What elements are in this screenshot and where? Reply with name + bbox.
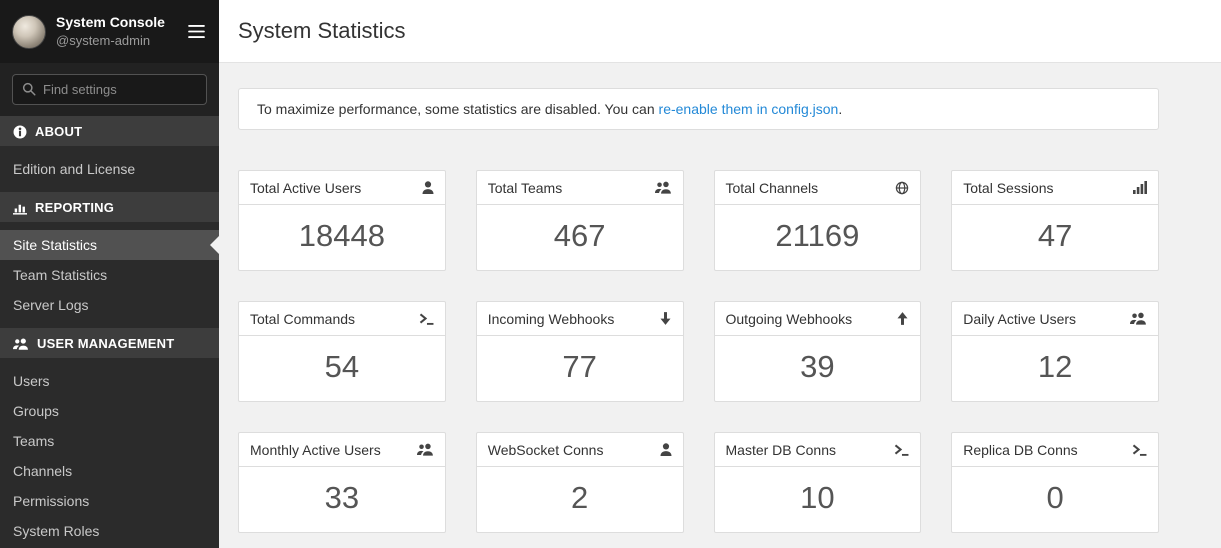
user-icon [660, 443, 672, 456]
stat-value: 10 [715, 467, 921, 532]
stat-card-total-teams: Total Teams 467 [476, 170, 684, 271]
stat-label: Daily Active Users [963, 311, 1076, 327]
stat-label: Incoming Webhooks [488, 311, 615, 327]
stat-value: 2 [477, 467, 683, 532]
stat-card-replica-db-conns: Replica DB Conns 0 [951, 432, 1159, 533]
users-icon [655, 181, 672, 194]
terminal-icon [419, 312, 434, 325]
stat-card-incoming-webhooks: Incoming Webhooks 77 [476, 301, 684, 402]
content: To maximize performance, some statistics… [219, 63, 1221, 548]
stat-label: Total Active Users [250, 180, 361, 196]
arrow-up-icon [896, 312, 909, 325]
sidebar-item-teams[interactable]: Teams [0, 426, 219, 456]
stat-value: 77 [477, 336, 683, 401]
stat-value: 12 [952, 336, 1158, 401]
signal-bars-icon [1133, 181, 1147, 194]
sidebar-item-server-logs[interactable]: Server Logs [0, 290, 219, 320]
stat-label: Master DB Conns [726, 442, 836, 458]
sidebar-item-groups[interactable]: Groups [0, 396, 219, 426]
terminal-icon [1132, 443, 1147, 456]
stat-label: Replica DB Conns [963, 442, 1077, 458]
section-about: ABOUT [0, 116, 219, 146]
section-reporting-items: Site Statistics Team Statistics Server L… [0, 222, 219, 328]
section-user-management: USER MANAGEMENT [0, 328, 219, 358]
performance-banner: To maximize performance, some statistics… [238, 88, 1159, 130]
stat-value: 18448 [239, 205, 445, 270]
sidebar-item-permissions[interactable]: Permissions [0, 486, 219, 516]
sidebar-search-area [0, 63, 219, 116]
users-icon [1130, 312, 1147, 325]
stat-card-total-commands: Total Commands 54 [238, 301, 446, 402]
stat-card-total-active-users: Total Active Users 18448 [238, 170, 446, 271]
stat-card-master-db-conns: Master DB Conns 10 [714, 432, 922, 533]
stat-label: Total Commands [250, 311, 355, 327]
console-subtitle: @system-admin [56, 32, 176, 50]
bar-chart-icon [13, 199, 27, 214]
arrow-down-icon [659, 312, 672, 325]
stat-value: 39 [715, 336, 921, 401]
config-json-link[interactable]: re-enable them in config.json [659, 101, 839, 117]
stat-label: Total Sessions [963, 180, 1053, 196]
stat-card-total-channels: Total Channels 21169 [714, 170, 922, 271]
stat-card-monthly-active-users: Monthly Active Users 33 [238, 432, 446, 533]
user-icon [422, 181, 434, 194]
console-title: System Console [56, 13, 176, 32]
search-box [12, 74, 207, 105]
sidebar-nav: ABOUT Edition and License REPORTING Site… [0, 116, 219, 548]
section-label: REPORTING [35, 200, 114, 215]
section-about-items: Edition and License [0, 146, 219, 192]
sidebar: System Console @system-admin ABOUT Editi… [0, 0, 219, 548]
main-area: System Statistics To maximize performanc… [219, 0, 1221, 548]
section-user-management-items: Users Groups Teams Channels Permissions … [0, 358, 219, 548]
sidebar-item-team-statistics[interactable]: Team Statistics [0, 260, 219, 290]
stat-value: 0 [952, 467, 1158, 532]
avatar [12, 15, 46, 49]
banner-text-end: . [838, 101, 842, 117]
users-icon [417, 443, 434, 456]
stat-value: 21169 [715, 205, 921, 270]
stat-value: 33 [239, 467, 445, 532]
sidebar-item-system-roles[interactable]: System Roles [0, 516, 219, 546]
sidebar-item-site-statistics[interactable]: Site Statistics [0, 230, 219, 260]
search-input[interactable] [43, 82, 197, 97]
stat-label: Total Channels [726, 180, 819, 196]
console-identity: System Console @system-admin [56, 13, 176, 49]
sidebar-item-channels[interactable]: Channels [0, 456, 219, 486]
stat-label: Monthly Active Users [250, 442, 381, 458]
stat-value: 467 [477, 205, 683, 270]
stat-value: 54 [239, 336, 445, 401]
sidebar-item-users[interactable]: Users [0, 366, 219, 396]
stat-label: WebSocket Conns [488, 442, 604, 458]
stat-label: Outgoing Webhooks [726, 311, 853, 327]
menu-icon[interactable] [186, 19, 207, 45]
section-label: USER MANAGEMENT [37, 336, 174, 351]
main-header: System Statistics [219, 0, 1221, 63]
stat-card-websocket-conns: WebSocket Conns 2 [476, 432, 684, 533]
stat-value: 47 [952, 205, 1158, 270]
stat-card-total-sessions: Total Sessions 47 [951, 170, 1159, 271]
section-label: ABOUT [35, 124, 82, 139]
sidebar-header: System Console @system-admin [0, 0, 219, 63]
info-icon [13, 123, 27, 139]
search-icon [22, 81, 36, 99]
banner-text: To maximize performance, some statistics… [257, 101, 659, 117]
stat-card-daily-active-users: Daily Active Users 12 [951, 301, 1159, 402]
globe-icon [895, 181, 909, 195]
stat-card-outgoing-webhooks: Outgoing Webhooks 39 [714, 301, 922, 402]
section-reporting: REPORTING [0, 192, 219, 222]
users-icon [13, 336, 29, 351]
terminal-icon [894, 443, 909, 456]
stat-label: Total Teams [488, 180, 562, 196]
page-title: System Statistics [238, 18, 405, 44]
sidebar-item-edition-and-license[interactable]: Edition and License [0, 154, 219, 184]
stats-grid: Total Active Users 18448 Total Teams 467… [238, 170, 1159, 533]
